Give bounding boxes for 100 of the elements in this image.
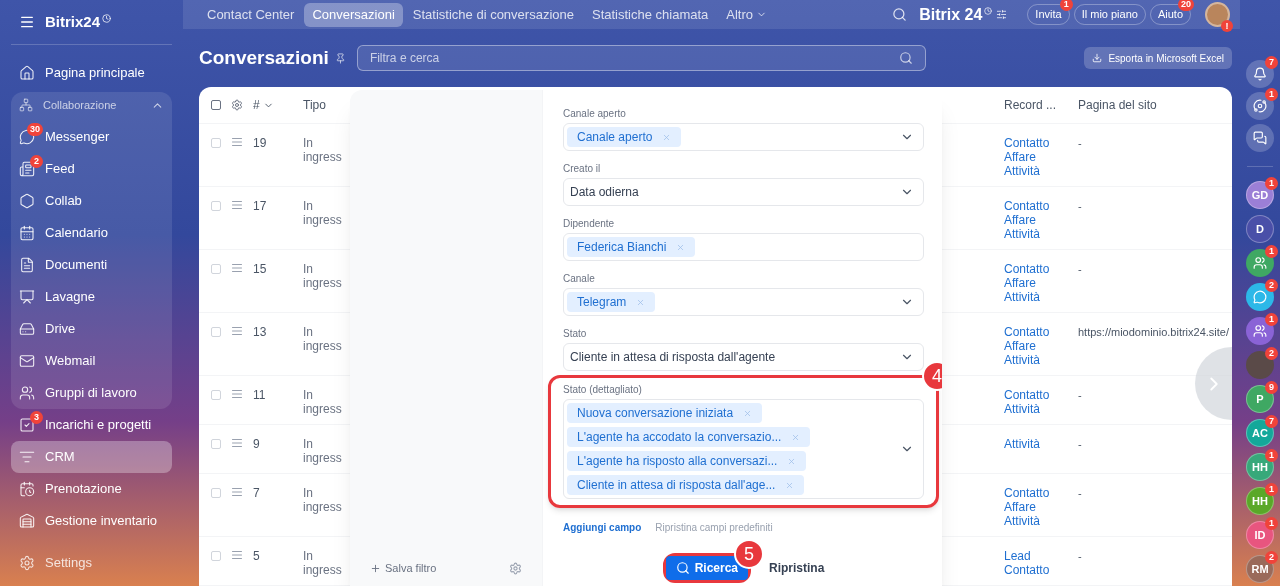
count-badge: 2 xyxy=(1265,347,1278,360)
nav-tab[interactable]: Contact Center xyxy=(199,2,303,27)
sidebar-item[interactable]: 30 Messenger xyxy=(11,121,172,153)
record-link[interactable]: Attività xyxy=(1004,402,1040,416)
tag-field[interactable]: Nuova conversazione iniziata L'agente ha accodato la conversazio... L'agente ha risposto alla conversazi... Cliente in attesa di risposta dall'age... xyxy=(563,399,924,499)
record-link[interactable]: Contatto xyxy=(1004,388,1050,402)
table-cell-text: In ingress xyxy=(303,486,343,514)
tag: Nuova conversazione iniziata xyxy=(567,403,763,423)
reset-fields-link[interactable]: Ripristina campi predefiniti xyxy=(655,520,773,535)
alert-badge: ! xyxy=(1221,20,1233,32)
record-link[interactable]: Attività xyxy=(1004,514,1040,528)
record-link[interactable]: Contatto xyxy=(1004,199,1050,213)
sidebar-item[interactable]: Prenotazione xyxy=(11,473,172,505)
table-cell: 17 xyxy=(253,199,267,213)
table-cell-text: In ingress xyxy=(303,325,343,353)
record-link[interactable]: Affare xyxy=(1004,339,1036,353)
table-cell: - xyxy=(1078,263,1082,275)
table-cell-text: In ingress xyxy=(303,262,343,290)
record-link[interactable]: Affare xyxy=(1004,276,1036,290)
record-link[interactable]: Attività xyxy=(1004,437,1040,451)
count-badge: 3 xyxy=(30,411,43,424)
column-header[interactable]: # xyxy=(253,96,260,114)
table-cell: https://miodominio.bitrix24.site/ xyxy=(1078,326,1229,338)
nav-tab[interactable]: Statistiche di conversazione xyxy=(404,2,582,27)
tag-field[interactable]: Telegram xyxy=(563,288,924,316)
sidebar-item[interactable]: Documenti xyxy=(11,249,172,281)
tag-field[interactable]: Federica Bianchi xyxy=(563,233,924,261)
app-logo[interactable]: Bitrix24 xyxy=(45,10,101,34)
save-filter-button[interactable]: Salva filtro xyxy=(370,559,437,577)
record-link[interactable]: Attività xyxy=(1004,353,1040,367)
field-label: Canale aperto xyxy=(563,108,627,120)
record-link[interactable]: Attività xyxy=(1004,290,1040,304)
record-link[interactable]: Attività xyxy=(1004,227,1040,241)
table-cell-text: In ingress xyxy=(303,437,343,465)
select-field[interactable]: Data odierna xyxy=(563,178,924,206)
sidebar-item[interactable]: Gestione inventario xyxy=(11,505,172,537)
sidebar-item[interactable]: 3 Incarichi e progetti xyxy=(11,409,172,441)
sidebar-item[interactable]: Lavagne xyxy=(11,281,172,313)
sidebar-item[interactable]: Webmail xyxy=(11,345,172,377)
table-cell-text: In ingress xyxy=(303,136,343,164)
sidebar-item[interactable]: Pagina principale xyxy=(11,57,172,89)
count-badge: 20 xyxy=(1178,0,1194,11)
record-link[interactable]: Contatto xyxy=(1004,136,1050,150)
table-cell: 7 xyxy=(253,486,260,500)
table-cell-text: In ingress xyxy=(303,388,343,416)
export-button[interactable]: Esporta in Microsoft Excel xyxy=(1084,47,1232,69)
tag: L'agente ha risposto alla conversazi... xyxy=(567,451,807,471)
record-link[interactable]: Attività xyxy=(1004,164,1040,178)
record-link[interactable]: Contatto xyxy=(1004,486,1050,500)
count-badge: 1 xyxy=(1265,483,1278,496)
record-link[interactable]: Contatto xyxy=(1004,262,1050,276)
count-badge: 7 xyxy=(1265,415,1278,428)
count-badge: 7 xyxy=(1265,56,1278,69)
table-cell: - xyxy=(1078,438,1082,450)
sidebar-item[interactable]: Gruppi di lavoro xyxy=(11,377,172,409)
select-field[interactable]: Cliente in attesa di risposta dall'agente xyxy=(563,343,924,371)
sidebar-item[interactable]: Collab xyxy=(11,185,172,217)
record-link[interactable]: Contatto xyxy=(1004,325,1050,339)
field-label: Stato (dettagliato) xyxy=(563,384,643,396)
field-label: Dipendente xyxy=(563,218,616,230)
table-cell: - xyxy=(1078,487,1082,499)
add-field-link[interactable]: Aggiungi campo xyxy=(563,520,642,535)
table-cell: 9 xyxy=(253,437,260,451)
count-badge: 1 xyxy=(1265,517,1278,530)
column-header[interactable]: Record ... xyxy=(1004,98,1057,112)
step-number-badge: 4 xyxy=(922,361,942,391)
table-cell: 11 xyxy=(253,388,266,402)
table-cell: - xyxy=(1078,200,1082,212)
tag: Canale aperto xyxy=(567,127,682,147)
sidebar-item[interactable]: Drive xyxy=(11,313,172,345)
nav-tab[interactable]: Altro xyxy=(718,2,776,27)
nav-tab[interactable]: Statistiche chiamata xyxy=(583,2,717,27)
record-link[interactable]: Affare xyxy=(1004,150,1036,164)
record-link[interactable]: Affare xyxy=(1004,500,1036,514)
table-cell: - xyxy=(1078,137,1082,149)
search-field[interactable]: Filtra e cerca xyxy=(356,45,926,71)
reset-button[interactable]: Ripristina xyxy=(769,559,825,577)
table-cell: 13 xyxy=(253,325,267,339)
field-label: Stato xyxy=(563,328,588,340)
search-input[interactable]: Filtra e cerca xyxy=(369,49,899,67)
sidebar-item[interactable]: 2 Feed xyxy=(11,153,172,185)
sidebar-group-header[interactable]: Collaborazione xyxy=(11,92,172,118)
nav-tab[interactable]: Conversazioni xyxy=(304,2,403,27)
sidebar-item[interactable]: Calendario xyxy=(11,217,172,249)
column-header[interactable]: Pagina del sito xyxy=(1078,98,1157,112)
initials-avatar[interactable]: D xyxy=(1246,215,1274,243)
table-cell: 5 xyxy=(253,549,260,563)
tag: Cliente in attesa di risposta dall'age... xyxy=(567,475,805,495)
brand-logo: Bitrix 24 xyxy=(919,4,983,25)
field-label: Creato il xyxy=(563,163,602,175)
tag-field[interactable]: Canale aperto xyxy=(563,123,924,151)
record-link[interactable]: Affare xyxy=(1004,213,1036,227)
tag: Telegram xyxy=(567,292,656,312)
table-cell-text: In ingress xyxy=(303,199,343,227)
record-link[interactable]: Contatto xyxy=(1004,563,1050,577)
sidebar-item[interactable]: Settings xyxy=(11,547,172,579)
record-link[interactable]: Lead xyxy=(1004,549,1031,563)
column-header[interactable]: Tipo xyxy=(303,98,326,112)
sidebar-item[interactable]: CRM xyxy=(11,441,172,473)
table-cell: 15 xyxy=(253,262,267,276)
